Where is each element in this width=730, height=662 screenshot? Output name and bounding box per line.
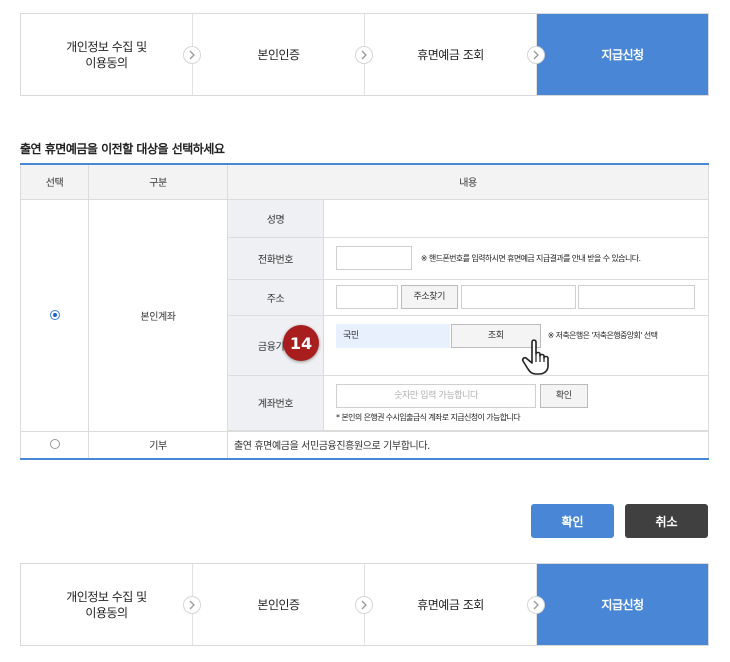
- progress-stepper-bottom: 개인정보 수집 및 이용동의 본인인증 휴면예금 조회 지급신청: [20, 563, 709, 646]
- own-account-category: 본인계좌: [88, 198, 228, 432]
- postal-code-input[interactable]: [336, 285, 398, 309]
- bank-note: ※ 저축은행은 '저축은행중앙회' 선택: [547, 331, 658, 340]
- phone-cell: ※ 핸드폰번호를 입력하시면 휴면예금 지급결과를 안내 받을 수 있습니다.: [323, 236, 709, 280]
- step-dormant-deposit-lookup: 휴면예금 조회: [365, 14, 545, 95]
- address-label: 주소: [227, 278, 324, 316]
- chevron-right-icon: [183, 595, 201, 614]
- chevron-right-icon: [355, 595, 373, 614]
- name-label: 성명: [227, 198, 324, 238]
- donate-radio[interactable]: [49, 439, 60, 450]
- phone-input[interactable]: [336, 246, 412, 270]
- donate-content: 출연 휴면예금을 서민금융진흥원으로 기부합니다.: [227, 430, 709, 460]
- step-identity-verification: 본인인증: [193, 564, 373, 645]
- account-cell: 숫자만 입력 가능합니다 확인 * 본인의 은행권 수시입출금식 계좌로 지급신…: [323, 374, 709, 431]
- step-label: 개인정보 수집 및 이용동의: [66, 39, 147, 70]
- step-identity-verification: 본인인증: [193, 14, 373, 95]
- step-privacy-consent: 개인정보 수집 및 이용동의: [21, 14, 201, 95]
- account-label: 계좌번호: [227, 374, 324, 431]
- address-search-button[interactable]: 주소찾기: [400, 285, 458, 309]
- chevron-right-icon: [355, 45, 373, 64]
- donate-row: 기부 출연 휴면예금을 서민금융진흥원으로 기부합니다.: [20, 430, 709, 460]
- account-note: * 본인의 은행권 수시입출금식 계좌로 지급신청이 가능합니다: [336, 413, 521, 422]
- bank-cell: 국민 조회 ※ 저축은행은 '저축은행중앙회' 선택: [323, 314, 709, 376]
- step-label: 본인인증: [257, 47, 300, 62]
- account-confirm-button[interactable]: 확인: [539, 384, 588, 408]
- cancel-button[interactable]: 취소: [625, 504, 708, 538]
- column-header-content: 내용: [227, 163, 709, 200]
- address-line2-input[interactable]: [578, 285, 696, 309]
- chevron-right-icon: [183, 45, 201, 64]
- step-label: 지급신청: [601, 597, 644, 612]
- step-label: 본인인증: [257, 597, 300, 612]
- chevron-right-icon: [527, 595, 545, 614]
- column-header-category: 구분: [88, 163, 228, 200]
- address-line1-input[interactable]: [460, 285, 576, 309]
- section-title: 출연 휴면예금을 이전할 대상을 선택하세요: [20, 142, 225, 156]
- phone-note: ※ 핸드폰번호를 입력하시면 휴면예금 지급결과를 안내 받을 수 있습니다.: [420, 253, 641, 263]
- step-payment-request: 지급신청: [537, 14, 708, 95]
- step-label: 휴면예금 조회: [417, 597, 484, 612]
- bank-select[interactable]: 국민: [336, 323, 450, 348]
- table-header-row: 선택 구분 내용: [20, 163, 709, 200]
- account-number-input[interactable]: 숫자만 입력 가능합니다: [336, 384, 536, 408]
- step-dormant-deposit-lookup: 휴면예금 조회: [365, 564, 545, 645]
- recipient-selection-table: 선택 구분 내용 본인계좌 성명 전화번호 ※ 핸드폰번호를 입력하시면 휴면예…: [20, 163, 709, 460]
- donate-radio-cell[interactable]: [20, 430, 89, 460]
- name-value: [323, 198, 709, 238]
- donate-category: 기부: [88, 430, 228, 460]
- step-number-badge: 14: [283, 325, 319, 361]
- field-row-name: 본인계좌 성명: [20, 198, 709, 432]
- step-payment-request: 지급신청: [537, 564, 708, 645]
- column-header-select: 선택: [20, 163, 89, 200]
- progress-stepper-top: 개인정보 수집 및 이용동의 본인인증 휴면예금 조회 지급신청: [20, 13, 709, 96]
- phone-label: 전화번호: [227, 236, 324, 280]
- step-label: 지급신청: [601, 47, 644, 62]
- step-privacy-consent: 개인정보 수집 및 이용동의: [21, 564, 201, 645]
- hand-pointer-icon: [521, 339, 549, 375]
- step-label: 개인정보 수집 및 이용동의: [66, 589, 147, 620]
- chevron-right-icon: [527, 45, 545, 64]
- own-account-radio[interactable]: [49, 309, 60, 320]
- confirm-button[interactable]: 확인: [531, 504, 614, 538]
- address-cell: 주소찾기: [323, 278, 709, 316]
- step-label: 휴면예금 조회: [417, 47, 484, 62]
- own-account-radio-cell[interactable]: [20, 198, 89, 432]
